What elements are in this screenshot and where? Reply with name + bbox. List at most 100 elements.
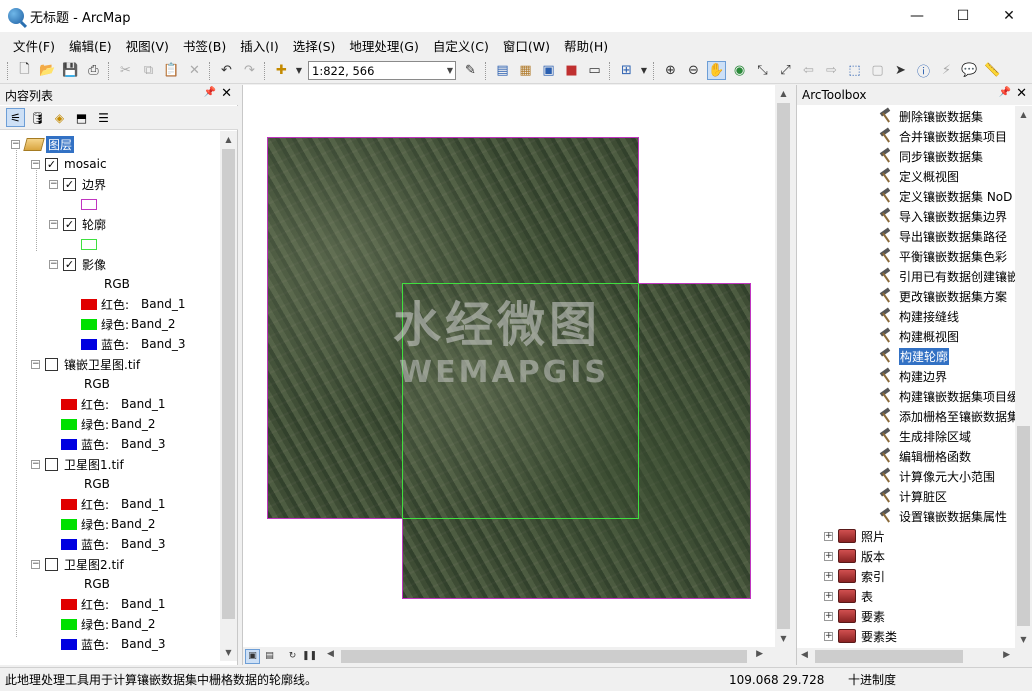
- tool-item[interactable]: 平衡镶嵌数据集色彩: [877, 246, 1007, 266]
- toc-layer-mosaic[interactable]: − ✓ mosaic: [31, 154, 107, 174]
- pan-hand-icon[interactable]: ✋: [707, 61, 726, 80]
- redo-icon[interactable]: ↷: [240, 61, 259, 80]
- tool-item[interactable]: 添加栅格至镶嵌数据集: [877, 406, 1015, 426]
- python-window-icon[interactable]: ▭: [585, 61, 604, 80]
- collapse-icon[interactable]: −: [49, 259, 58, 269]
- print-icon[interactable]: ⎙: [84, 61, 103, 80]
- layer-name[interactable]: 轮廓: [82, 216, 106, 233]
- tool-item[interactable]: 定义概视图: [877, 166, 959, 186]
- dropdown-arrow-icon[interactable]: ▼: [295, 61, 303, 80]
- list-by-selection-icon[interactable]: ⬒: [72, 108, 91, 127]
- new-document-icon[interactable]: 🗋: [15, 61, 34, 80]
- identify-icon[interactable]: ⓘ: [914, 61, 933, 80]
- menu-windows[interactable]: 窗口(W): [496, 36, 557, 55]
- back-extent-icon[interactable]: ⇦: [799, 61, 818, 80]
- list-by-source-icon[interactable]: 🛢: [28, 108, 47, 127]
- layer-name[interactable]: 卫星图2.tif: [64, 556, 124, 573]
- toolset-indexes[interactable]: + 索引: [824, 566, 885, 586]
- menu-bookmarks[interactable]: 书签(B): [176, 36, 233, 55]
- toolset-features[interactable]: + 要素: [824, 606, 885, 626]
- layer-name[interactable]: 镶嵌卫星图.tif: [64, 356, 140, 373]
- toolset-versions[interactable]: + 版本: [824, 546, 885, 566]
- full-extent-globe-icon[interactable]: ◉: [730, 61, 749, 80]
- toc-layer-satellite1[interactable]: − 卫星图1.tif: [31, 454, 124, 474]
- maximize-button[interactable]: ☐: [940, 0, 986, 32]
- fixed-zoom-out-icon[interactable]: ⤢: [776, 61, 795, 80]
- collapse-icon[interactable]: −: [11, 139, 20, 149]
- pause-drawing-icon[interactable]: ❚❚: [302, 649, 317, 664]
- collapse-icon[interactable]: −: [31, 359, 40, 369]
- map-vertical-scrollbar[interactable]: ▲ ▼: [775, 85, 792, 647]
- tool-item[interactable]: 定义镶嵌数据集 NoD: [877, 186, 1012, 206]
- toc-layer-mosaic-tif[interactable]: − 镶嵌卫星图.tif: [31, 354, 140, 374]
- model-builder-icon[interactable]: ⊞: [617, 61, 636, 80]
- scroll-up-icon[interactable]: ▲: [775, 85, 792, 102]
- pin-icon[interactable]: 📌: [999, 87, 1011, 98]
- layer-visibility-checkbox[interactable]: ✓: [63, 217, 76, 231]
- measure-icon[interactable]: 📏: [983, 61, 1002, 80]
- layer-name[interactable]: 影像: [82, 256, 106, 273]
- layout-view-icon[interactable]: ▤: [262, 649, 277, 664]
- layer-visibility-checkbox[interactable]: ✓: [63, 257, 76, 271]
- open-folder-icon[interactable]: 📂: [38, 61, 57, 80]
- scroll-up-icon[interactable]: ▲: [220, 131, 237, 148]
- toc-layer-satellite2[interactable]: − 卫星图2.tif: [31, 554, 124, 574]
- html-popup-icon[interactable]: 💬: [960, 61, 979, 80]
- pin-icon[interactable]: 📌: [204, 87, 216, 98]
- list-by-visibility-icon[interactable]: ◈: [50, 108, 69, 127]
- zoom-out-icon[interactable]: ⊖: [684, 61, 703, 80]
- toolset-tables[interactable]: + 表: [824, 586, 873, 606]
- scroll-left-icon[interactable]: ◀: [327, 649, 334, 659]
- tool-item[interactable]: 构建边界: [877, 366, 947, 386]
- close-icon[interactable]: ✕: [1016, 86, 1027, 101]
- tool-item[interactable]: 引用已有数据创建镶嵌: [877, 266, 1015, 286]
- tool-item-selected[interactable]: 构建轮廓: [877, 346, 950, 366]
- chevron-down-icon[interactable]: ▼: [447, 66, 453, 75]
- table-of-contents-icon[interactable]: ▤: [493, 61, 512, 80]
- collapse-icon[interactable]: −: [31, 459, 40, 469]
- toolbox-horizontal-scrollbar[interactable]: ◀ ▶: [797, 648, 1032, 665]
- tool-item[interactable]: 构建接缝线: [877, 306, 959, 326]
- layer-visibility-checkbox[interactable]: [45, 357, 58, 371]
- toolset-feature-class[interactable]: + 要素类: [824, 626, 897, 646]
- collapse-icon[interactable]: −: [49, 219, 58, 229]
- options-icon[interactable]: ☰: [94, 108, 113, 127]
- menu-insert[interactable]: 插入(I): [233, 36, 285, 55]
- menu-selection[interactable]: 选择(S): [286, 36, 343, 55]
- tool-item[interactable]: 构建镶嵌数据集项目缓: [877, 386, 1015, 406]
- arctoolbox-icon[interactable]: ■: [562, 61, 581, 80]
- tool-item[interactable]: 导出镶嵌数据集路径: [877, 226, 1007, 246]
- scroll-thumb[interactable]: [1017, 426, 1030, 626]
- scroll-thumb[interactable]: [222, 149, 235, 619]
- layer-visibility-checkbox[interactable]: [45, 457, 58, 471]
- close-button[interactable]: ✕: [986, 0, 1032, 32]
- close-icon[interactable]: ✕: [221, 86, 232, 101]
- tool-item[interactable]: 导入镶嵌数据集边界: [877, 206, 1007, 226]
- scroll-thumb[interactable]: [777, 103, 790, 629]
- tool-item[interactable]: 构建概视图: [877, 326, 959, 346]
- layer-name[interactable]: mosaic: [64, 157, 107, 171]
- tool-item[interactable]: 生成排除区域: [877, 426, 971, 446]
- collapse-icon[interactable]: −: [31, 159, 40, 169]
- select-elements-arrow-icon[interactable]: ➤: [891, 61, 910, 80]
- map-canvas[interactable]: 水经微图 WEMAPGIS: [243, 85, 775, 647]
- zoom-in-icon[interactable]: ⊕: [661, 61, 680, 80]
- layers-label[interactable]: 图层: [46, 135, 75, 153]
- hyperlink-icon[interactable]: ⚡: [937, 61, 956, 80]
- toc-sublayer-boundary[interactable]: − ✓ 边界: [49, 174, 106, 194]
- toc-sublayer-image[interactable]: − ✓ 影像: [49, 254, 106, 274]
- toolbar-grip[interactable]: [653, 61, 656, 80]
- copy-icon[interactable]: ⧉: [139, 61, 158, 80]
- scroll-thumb[interactable]: [815, 650, 963, 663]
- map-horizontal-scrollbar[interactable]: ◀ ▶: [325, 647, 765, 665]
- tool-item[interactable]: 删除镶嵌数据集: [877, 106, 983, 126]
- expand-icon[interactable]: +: [824, 531, 833, 541]
- tool-item[interactable]: 计算像元大小范围: [877, 466, 995, 486]
- scroll-down-icon[interactable]: ▼: [775, 630, 792, 647]
- fixed-zoom-in-icon[interactable]: ⤡: [753, 61, 772, 80]
- clear-selection-icon[interactable]: ▢: [868, 61, 887, 80]
- expand-icon[interactable]: +: [824, 611, 833, 621]
- collapse-icon[interactable]: −: [49, 179, 58, 189]
- tool-item[interactable]: 同步镶嵌数据集: [877, 146, 983, 166]
- scroll-thumb[interactable]: [341, 649, 747, 663]
